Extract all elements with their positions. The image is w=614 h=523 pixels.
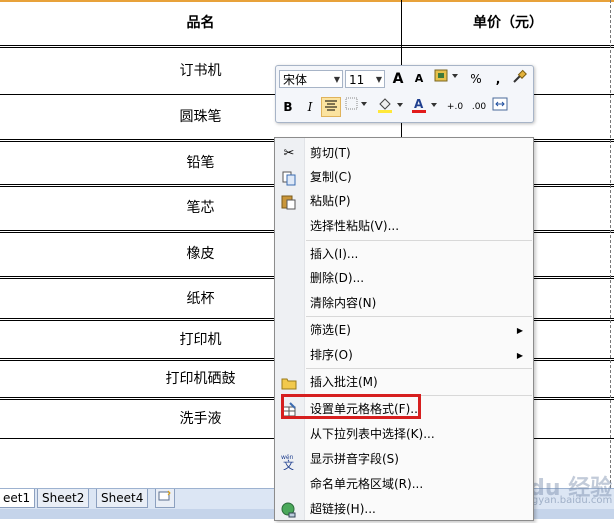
- grow-font-label: A: [392, 71, 404, 87]
- menu-item-label: 清除内容(N): [310, 296, 377, 310]
- context-menu: ✂ 剪切(T) 复制(C) 粘贴(P) 选择性粘贴(V)... 插入(I)...…: [274, 137, 534, 521]
- accounting-format-button[interactable]: [432, 69, 460, 89]
- globe-link-icon: [281, 502, 297, 518]
- borders-button[interactable]: [344, 97, 370, 117]
- tab-sheet4[interactable]: Sheet4: [96, 489, 149, 508]
- menu-item-label: 显示拼音字段(S): [310, 452, 399, 466]
- header-cell-name[interactable]: 品名: [0, 0, 401, 47]
- italic-label: I: [307, 100, 313, 114]
- increase-decimal-button[interactable]: +.0: [444, 97, 466, 117]
- grow-font-button[interactable]: A: [388, 69, 408, 89]
- menu-item-label: 粘贴(P): [310, 194, 351, 208]
- menu-item-insert-comment[interactable]: 插入批注(M): [275, 370, 533, 395]
- insert-sheet-icon[interactable]: [155, 489, 175, 508]
- menu-item-clear-contents[interactable]: 清除内容(N): [275, 291, 533, 316]
- menu-item-label: 命名单元格区域(R)...: [310, 477, 424, 491]
- fill-bucket-icon: [378, 98, 403, 113]
- increase-decimal-label: +.0: [446, 102, 464, 112]
- chevron-down-icon: ▼: [333, 75, 340, 84]
- menu-item-label: 筛选(E): [310, 323, 351, 337]
- percent-label: %: [470, 72, 482, 86]
- menu-item-pick-from-list[interactable]: 从下拉列表中选择(K)...: [275, 422, 533, 447]
- percent-button[interactable]: %: [466, 69, 486, 89]
- menu-separator: [306, 240, 532, 241]
- menu-item-filter[interactable]: 筛选(E) ▶: [275, 318, 533, 343]
- svg-text:A: A: [414, 97, 424, 111]
- menu-item-label: 排序(O): [310, 348, 353, 362]
- menu-item-label: 超链接(H)...: [310, 502, 376, 516]
- shrink-font-label: A: [414, 72, 424, 85]
- font-size-combo[interactable]: 11 ▼: [345, 70, 385, 88]
- font-name-value: 宋体: [283, 73, 308, 87]
- shrink-font-button[interactable]: A: [409, 69, 429, 89]
- menu-item-hyperlink[interactable]: 超链接(H)...: [275, 497, 533, 522]
- page-break-line: [610, 0, 611, 488]
- comment-folder-icon: [281, 375, 297, 391]
- menu-separator: [306, 368, 532, 369]
- menu-item-cut[interactable]: ✂ 剪切(T): [275, 141, 533, 166]
- bold-label: B: [283, 100, 293, 114]
- border-icon: [345, 97, 367, 110]
- menu-item-label: 选择性粘贴(V)...: [310, 219, 400, 233]
- scissors-icon: ✂: [283, 146, 295, 161]
- menu-item-paste-special[interactable]: 选择性粘贴(V)...: [275, 214, 533, 239]
- clipboard-icon: [281, 194, 297, 210]
- menu-item-label: 复制(C): [310, 170, 352, 184]
- menu-item-define-name[interactable]: 命名单元格区域(R)...: [275, 472, 533, 497]
- align-center-icon: [325, 100, 337, 111]
- submenu-arrow-icon: ▶: [516, 351, 523, 360]
- header-cell-price[interactable]: 单价（元）: [402, 0, 614, 47]
- menu-item-label: 插入批注(M): [310, 375, 378, 389]
- comma-style-button[interactable]: ,: [488, 69, 508, 89]
- menu-item-label: 插入(I)...: [310, 247, 359, 261]
- menu-item-delete[interactable]: 删除(D)...: [275, 266, 533, 291]
- tab-sheet1[interactable]: eet1: [0, 489, 36, 508]
- menu-item-sort[interactable]: 排序(O) ▶: [275, 343, 533, 368]
- menu-item-copy[interactable]: 复制(C): [275, 165, 533, 190]
- font-color-icon: A: [412, 97, 437, 113]
- menu-item-label: 剪切(T): [310, 146, 351, 160]
- submenu-arrow-icon: ▶: [516, 326, 523, 335]
- highlight-box: [281, 394, 421, 419]
- merge-center-icon[interactable]: [490, 97, 510, 117]
- phonetic-icon: wén 文: [281, 452, 297, 472]
- font-color-button[interactable]: A: [410, 97, 440, 117]
- font-size-value: 11: [349, 73, 365, 87]
- copy-icon: [281, 170, 297, 186]
- fill-color-button[interactable]: [376, 97, 406, 117]
- bold-button[interactable]: B: [278, 97, 298, 117]
- menu-item-paste[interactable]: 粘贴(P): [275, 189, 533, 214]
- svg-text:文: 文: [283, 458, 294, 470]
- menu-item-phonetic[interactable]: wén 文 显示拼音字段(S): [275, 447, 533, 472]
- chevron-down-icon: ▼: [375, 75, 382, 84]
- menu-separator: [306, 316, 532, 317]
- center-align-button[interactable]: [321, 97, 341, 117]
- decrease-decimal-button[interactable]: .00: [468, 97, 490, 117]
- menu-item-insert[interactable]: 插入(I)...: [275, 242, 533, 267]
- format-painter-icon[interactable]: [509, 69, 529, 89]
- menu-item-label: 删除(D)...: [310, 271, 365, 285]
- font-name-combo[interactable]: 宋体 ▼: [279, 70, 343, 88]
- menu-item-label: 从下拉列表中选择(K)...: [310, 427, 435, 441]
- mini-toolbar: 宋体 ▼ 11 ▼ A A % , B I A +.0 .00: [275, 65, 534, 123]
- decrease-decimal-label: .00: [471, 102, 487, 112]
- tab-sheet2[interactable]: Sheet2: [37, 489, 90, 508]
- comma-label: ,: [495, 72, 501, 86]
- italic-button[interactable]: I: [300, 97, 320, 117]
